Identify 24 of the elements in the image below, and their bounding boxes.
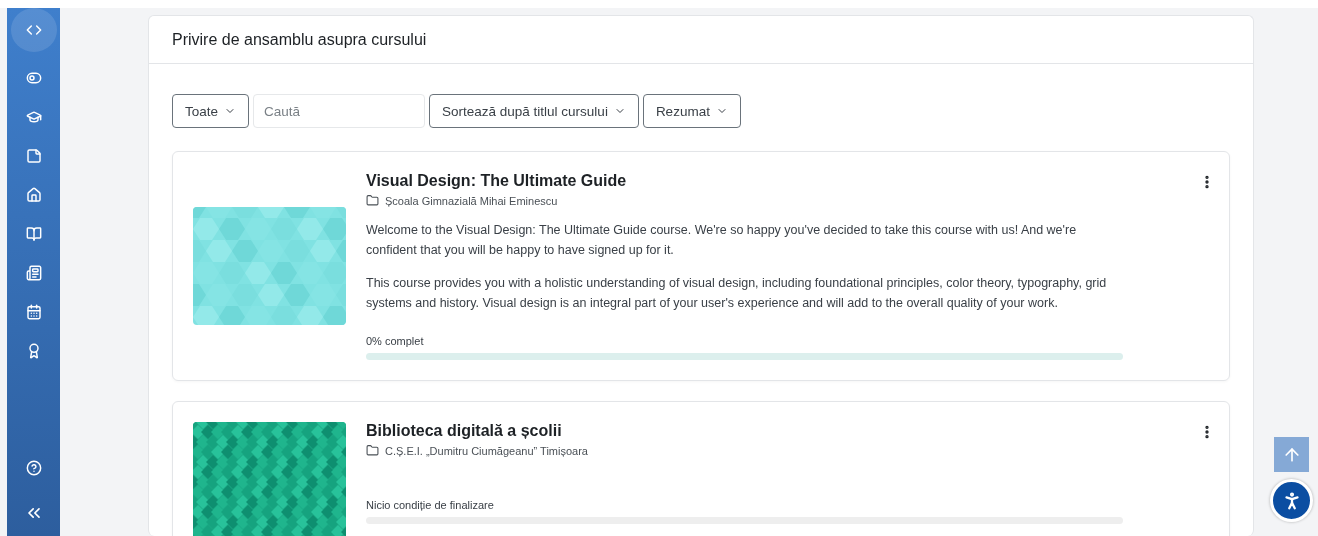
calendar-icon [25, 303, 42, 320]
course-summary: Welcome to the Visual Design: The Ultimate Guide course. We're so happy you've decided to take this course with us! And we're confident that you will be happy to have signed up for it. [366, 222, 1078, 259]
grouping-dropdown[interactable]: Toate [172, 94, 250, 128]
note-icon [25, 147, 42, 164]
folder-icon [366, 444, 379, 457]
course-category: C.Ș.E.I. „Dumitru Ciumăgeanu” Timișoara [385, 444, 588, 457]
course-category: Școala Gimnazială Mihai Eminescu [385, 194, 558, 207]
home-icon [25, 186, 42, 203]
sort-dropdown[interactable]: Sortează după titlul cursului [429, 94, 639, 128]
book-icon [25, 225, 42, 242]
view-dropdown[interactable]: Rezumat [642, 94, 741, 128]
course-title[interactable]: Visual Design: The Ultimate Guide [366, 172, 1123, 190]
newspaper-icon [25, 264, 42, 281]
progress-label: Nicio condiție de finalizare [366, 499, 495, 511]
course-title[interactable]: Biblioteca digitală a școlii [366, 422, 1123, 440]
panel-title: Privire de ansamblu asupra cursului [149, 16, 1253, 64]
accessibility-button[interactable] [1270, 479, 1313, 522]
search-field[interactable]: Caută [253, 94, 426, 128]
help-icon [25, 459, 42, 476]
progress-label: 0% complet [366, 335, 425, 347]
back-to-top-button[interactable] [1274, 437, 1309, 472]
course-summary: This course provides you with a holistic understanding of visual design, including foundational principles, color theory, typography, grid systems and history. Visual design is an integral part of your user's experience and will add to the overall quality of your work. [366, 275, 1108, 312]
code-icon [25, 22, 42, 38]
folder-icon [366, 194, 379, 207]
